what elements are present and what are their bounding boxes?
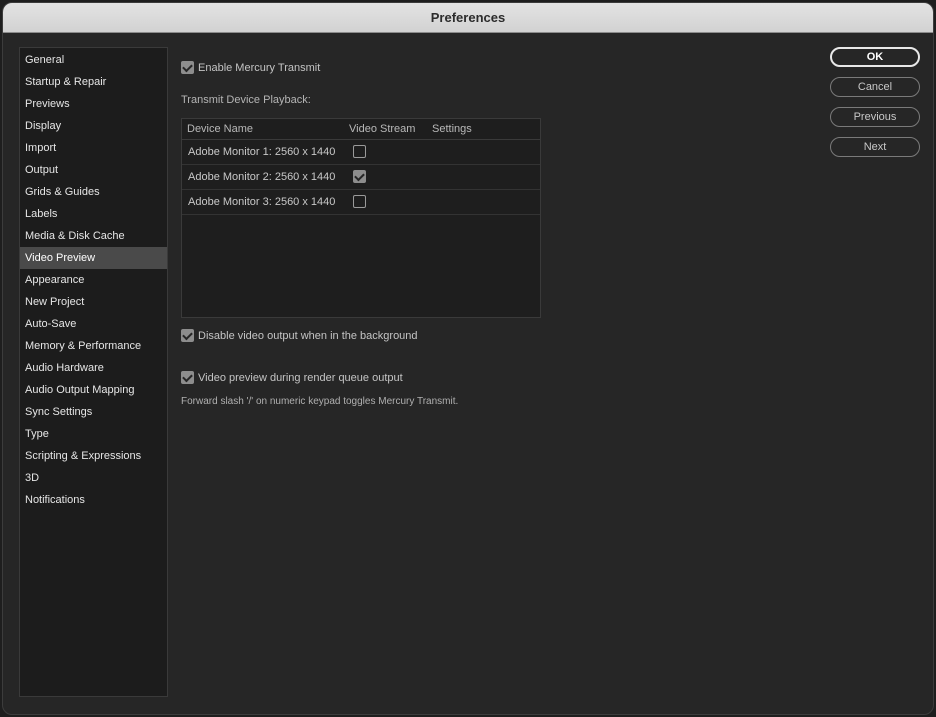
sidebar-item-auto-save[interactable]: Auto-Save [20,313,167,335]
sidebar-item-sync-settings[interactable]: Sync Settings [20,401,167,423]
cancel-button[interactable]: Cancel [830,77,920,97]
keypad-hint-text: Forward slash '/' on numeric keypad togg… [181,396,459,407]
sidebar-item-grids-guides[interactable]: Grids & Guides [20,181,167,203]
sidebar-item-media-disk-cache[interactable]: Media & Disk Cache [20,225,167,247]
column-header-settings[interactable]: Settings [432,119,472,139]
video-stream-checkbox[interactable] [353,170,366,183]
disable-background-row[interactable]: Disable video output when in the backgro… [181,329,418,342]
column-header-video-stream[interactable]: Video Stream [349,119,415,139]
enable-mercury-transmit-row[interactable]: Enable Mercury Transmit [181,61,320,74]
disable-background-label: Disable video output when in the backgro… [198,329,418,342]
device-name-cell: Adobe Monitor 3: 2560 x 1440 [188,196,336,208]
preferences-window: Preferences General Startup & Repair Previ… [2,2,934,715]
sidebar-item-labels[interactable]: Labels [20,203,167,225]
sidebar-item-scripting-expressions[interactable]: Scripting & Expressions [20,445,167,467]
table-header: Device Name Video Stream Settings [182,119,540,140]
table-row[interactable]: Adobe Monitor 2: 2560 x 1440 [182,165,540,190]
sidebar-item-new-project[interactable]: New Project [20,291,167,313]
sidebar-item-3d[interactable]: 3D [20,467,167,489]
preferences-sidebar: General Startup & Repair Previews Display Im… [19,47,168,697]
table-body: Adobe Monitor 1: 2560 x 1440 Adobe Monito… [182,140,540,215]
table-row[interactable]: Adobe Monitor 1: 2560 x 1440 [182,140,540,165]
enable-mercury-transmit-label: Enable Mercury Transmit [198,61,321,74]
video-stream-checkbox[interactable] [353,145,366,158]
sidebar-item-memory-performance[interactable]: Memory & Performance [20,335,167,357]
transmit-device-playback-label: Transmit Device Playback: [181,94,311,106]
sidebar-item-general[interactable]: General [20,49,167,71]
sidebar-item-audio-output-mapping[interactable]: Audio Output Mapping [20,379,167,401]
sidebar-list: General Startup & Repair Previews Display Im… [20,48,167,511]
sidebar-item-video-preview[interactable]: Video Preview [20,247,167,269]
ok-button[interactable]: OK [830,47,920,67]
sidebar-item-startup-repair[interactable]: Startup & Repair [20,71,167,93]
device-name-cell: Adobe Monitor 1: 2560 x 1440 [188,146,336,158]
previous-button[interactable]: Previous [830,107,920,127]
sidebar-item-notifications[interactable]: Notifications [20,489,167,511]
column-header-device-name[interactable]: Device Name [187,119,253,139]
render-queue-preview-checkbox[interactable] [181,371,194,384]
title-bar[interactable]: Preferences [3,3,933,33]
sidebar-item-appearance[interactable]: Appearance [20,269,167,291]
device-name-cell: Adobe Monitor 2: 2560 x 1440 [188,171,336,183]
next-button[interactable]: Next [830,137,920,157]
disable-background-checkbox[interactable] [181,329,194,342]
enable-mercury-transmit-checkbox[interactable] [181,61,194,74]
window-title: Preferences [430,10,506,25]
render-queue-preview-label: Video preview during render queue output [198,371,403,384]
sidebar-item-output[interactable]: Output [20,159,167,181]
render-queue-preview-row[interactable]: Video preview during render queue output [181,371,403,384]
sidebar-item-import[interactable]: Import [20,137,167,159]
video-stream-checkbox[interactable] [353,195,366,208]
sidebar-item-audio-hardware[interactable]: Audio Hardware [20,357,167,379]
device-table: Device Name Video Stream Settings Adobe … [181,118,541,318]
sidebar-item-display[interactable]: Display [20,115,167,137]
sidebar-item-type[interactable]: Type [20,423,167,445]
sidebar-item-previews[interactable]: Previews [20,93,167,115]
table-row[interactable]: Adobe Monitor 3: 2560 x 1440 [182,190,540,215]
